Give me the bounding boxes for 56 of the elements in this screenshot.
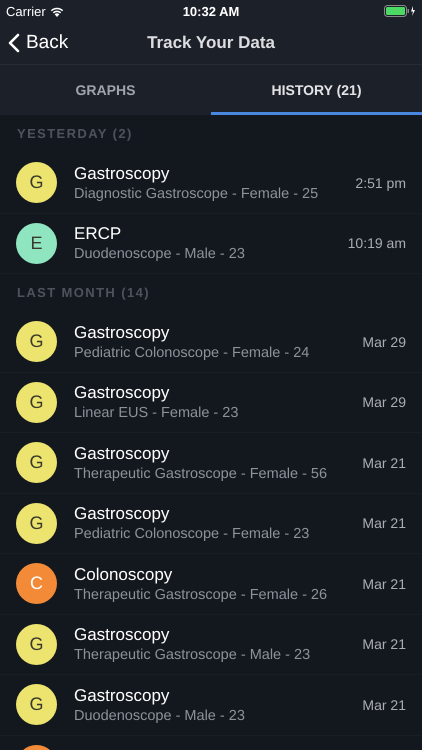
avatar-circle: G — [16, 502, 57, 544]
avatar-circle: G — [16, 321, 57, 362]
procedure-name: Gastroscopy — [74, 322, 170, 343]
tab[interactable]: HISTORY (21) — [211, 65, 422, 115]
section-header: LAST MONTH (14) — [16, 284, 151, 302]
entry-time: 2:51 pm — [355, 174, 406, 191]
procedure-name: Gastroscopy — [74, 686, 170, 706]
status-time: 10:32 AM — [182, 4, 240, 18]
entry-time: Mar 21 — [362, 636, 406, 652]
procedure-details: Pediatric Colonoscope - Female - 23 — [74, 526, 310, 542]
procedure-details: Duodenoscope - Male - 23 — [74, 708, 246, 724]
procedure-name: Gastroscopy — [74, 444, 170, 464]
entry-time: Mar 21 — [362, 576, 406, 592]
procedure-name: Gastroscopy — [74, 383, 170, 404]
history-row[interactable]: G Gastroscopy Linear EUS - Female - 23 Mar 29 — [0, 372, 422, 433]
avatar-circle: E — [16, 222, 57, 264]
procedure-name: Colonoscopy — [74, 564, 174, 585]
procedure-details: Therapeutic Gastroscope - Female - 26 — [74, 586, 328, 603]
procedure-details: Linear EUS - Female - 23 — [74, 405, 240, 422]
procedure-name: Gastroscopy — [74, 625, 170, 646]
avatar-circle: G — [16, 162, 57, 204]
chevron-left-icon — [8, 33, 20, 53]
entry-time: Mar 21 — [362, 454, 406, 471]
carrier-label: Carrier — [6, 4, 46, 18]
procedure-name: Gastroscopy — [74, 164, 170, 184]
avatar-circle: G — [16, 382, 57, 423]
history-row[interactable]: G Gastroscopy Pediatric Colonoscope - Female - 23 Mar 21 — [0, 494, 422, 554]
history-row[interactable]: G Gastroscopy Duodenoscope - Male - 23 Mar 21 — [0, 675, 422, 736]
battery-icon — [384, 5, 416, 17]
procedure-details: Diagnostic Gastroscope - Female - 25 — [74, 186, 320, 202]
history-row[interactable]: E ERCP Duodenoscope - Male - 23 10:19 am — [0, 214, 422, 274]
procedure-details: Duodenoscope - Male - 23 — [74, 246, 246, 262]
history-row[interactable]: G Gastroscopy Pediatric Colonoscope - Female - 24 Mar 29 — [0, 312, 422, 372]
procedure-name: Gastroscopy — [74, 504, 170, 524]
wifi-icon — [50, 6, 64, 16]
procedure-details: Pediatric Colonoscope - Female - 24 — [74, 344, 310, 361]
avatar-circle: G — [16, 442, 57, 484]
history-row[interactable]: G Gastroscopy Therapeutic Gastroscope - Male - 23 Mar 21 — [0, 614, 422, 675]
procedure-details: Therapeutic Gastroscope - Male - 23 — [74, 647, 312, 664]
tab[interactable]: GRAPHS — [0, 65, 211, 115]
avatar-circle: G — [16, 684, 57, 726]
history-row[interactable]: C Colonoscopy Therapeutic Gastroscope - Female - 26 Mar 21 — [0, 554, 422, 614]
entry-time: Mar 21 — [362, 696, 406, 713]
procedure-name: ERCP — [74, 224, 122, 244]
screen-title: Track Your Data — [147, 33, 275, 53]
history-row[interactable]: G Gastroscopy Diagnostic Gastroscope - Female - 25 2:51 pm — [0, 153, 422, 214]
history-row[interactable]: G Gastroscopy Therapeutic Gastroscope - Female - 56 Mar 21 — [0, 433, 422, 494]
entry-time: Mar 29 — [362, 394, 406, 410]
entry-time: 10:19 am — [348, 235, 406, 252]
procedure-details: Therapeutic Gastroscope - Female - 56 — [74, 466, 328, 482]
back-button[interactable]: Back — [0, 32, 76, 54]
section-header: YESTERDAY (2) — [16, 125, 134, 143]
entry-time: Mar 21 — [362, 515, 406, 532]
avatar-circle: C — [16, 563, 57, 604]
avatar-circle: G — [16, 624, 57, 665]
entry-time: Mar 29 — [362, 334, 406, 350]
